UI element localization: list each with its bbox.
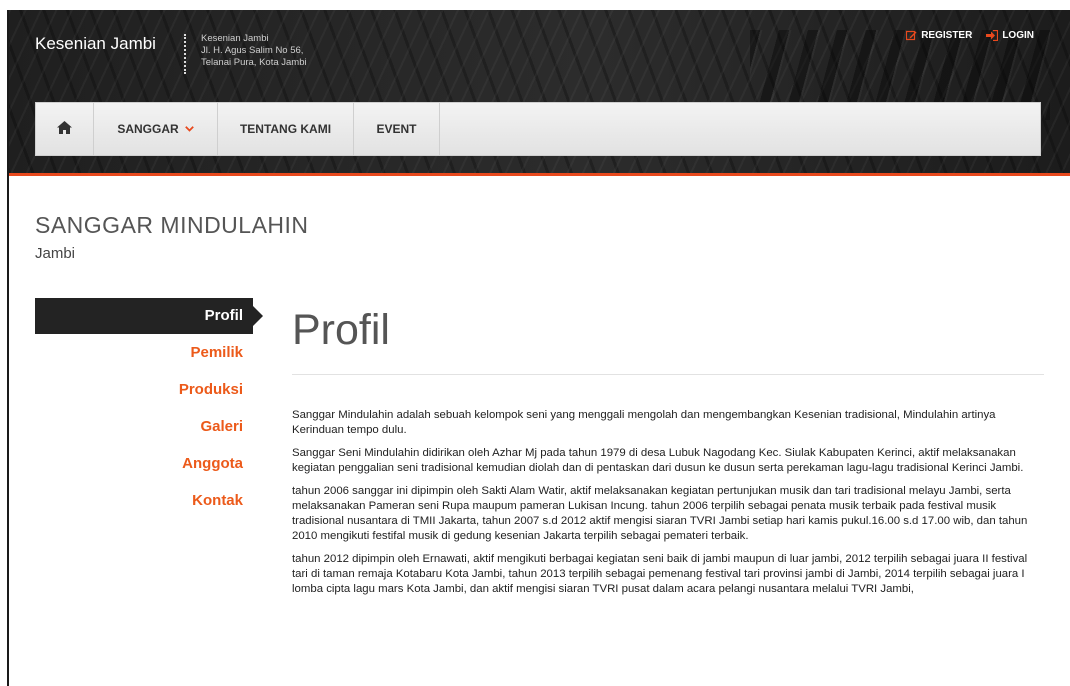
paragraph: tahun 2012 dipimpin oleh Ernawati, aktif…: [292, 553, 1028, 595]
brand-address: Kesenian Jambi Jl. H. Agus Salim No 56, …: [201, 33, 307, 69]
address-line: Telanai Pura, Kota Jambi: [201, 57, 307, 68]
brand-divider: [184, 34, 186, 74]
paragraph: Sanggar Seni Mindulahin didirikan oleh A…: [292, 447, 1024, 474]
sidebar-item-kontak[interactable]: Kontak: [35, 482, 253, 519]
section-heading: Profil: [292, 306, 390, 354]
login-link[interactable]: LOGIN: [986, 30, 1034, 41]
chevron-down-icon: [184, 123, 194, 135]
login-label: LOGIN: [1002, 30, 1034, 41]
nav-tentang-kami[interactable]: TENTANG KAMI: [218, 103, 354, 155]
address-line: Kesenian Jambi: [201, 33, 269, 44]
nav-sanggar-label: SANGGAR: [117, 122, 179, 136]
register-link[interactable]: REGISTER: [906, 30, 972, 41]
sidebar-item-anggota[interactable]: Anggota: [35, 445, 253, 482]
register-label: REGISTER: [921, 30, 973, 41]
nav-home[interactable]: [36, 103, 94, 155]
account-links: REGISTER LOGIN: [906, 30, 1034, 41]
sidebar-item-galeri[interactable]: Galeri: [35, 408, 253, 445]
main-nav: SANGGAR TENTANG KAMI EVENT: [35, 102, 1041, 156]
section-divider: [292, 374, 1044, 375]
page-frame: Kesenian Jambi Kesenian Jambi Jl. H. Agu…: [7, 10, 1070, 686]
sidebar-item-produksi[interactable]: Produksi: [35, 371, 253, 408]
address-line: Jl. H. Agus Salim No 56,: [201, 45, 304, 56]
nav-sanggar[interactable]: SANGGAR: [94, 103, 218, 155]
page-subtitle: Jambi: [35, 245, 76, 262]
site-brand[interactable]: Kesenian Jambi: [35, 34, 156, 54]
site-header: Kesenian Jambi Kesenian Jambi Jl. H. Agu…: [9, 10, 1070, 176]
paragraph: Sanggar Mindulahin adalah sebuah kelompo…: [292, 409, 996, 436]
paragraph: tahun 2006 sanggar ini dipimpin oleh Sak…: [292, 485, 1028, 542]
nav-event[interactable]: EVENT: [354, 103, 440, 155]
sidebar-item-pemilik[interactable]: Pemilik: [35, 334, 253, 371]
sign-in-icon: [986, 30, 999, 41]
sidebar-menu: Profil Pemilik Produksi Galeri Anggota K…: [35, 298, 263, 519]
edit-icon: [906, 30, 917, 41]
page-title: SANGGAR MINDULAHIN: [35, 212, 309, 238]
sidebar-item-profil[interactable]: Profil: [35, 298, 263, 334]
profile-content: Profil Sanggar Mindulahin adalah sebuah …: [292, 300, 1044, 605]
home-icon: [57, 121, 72, 137]
